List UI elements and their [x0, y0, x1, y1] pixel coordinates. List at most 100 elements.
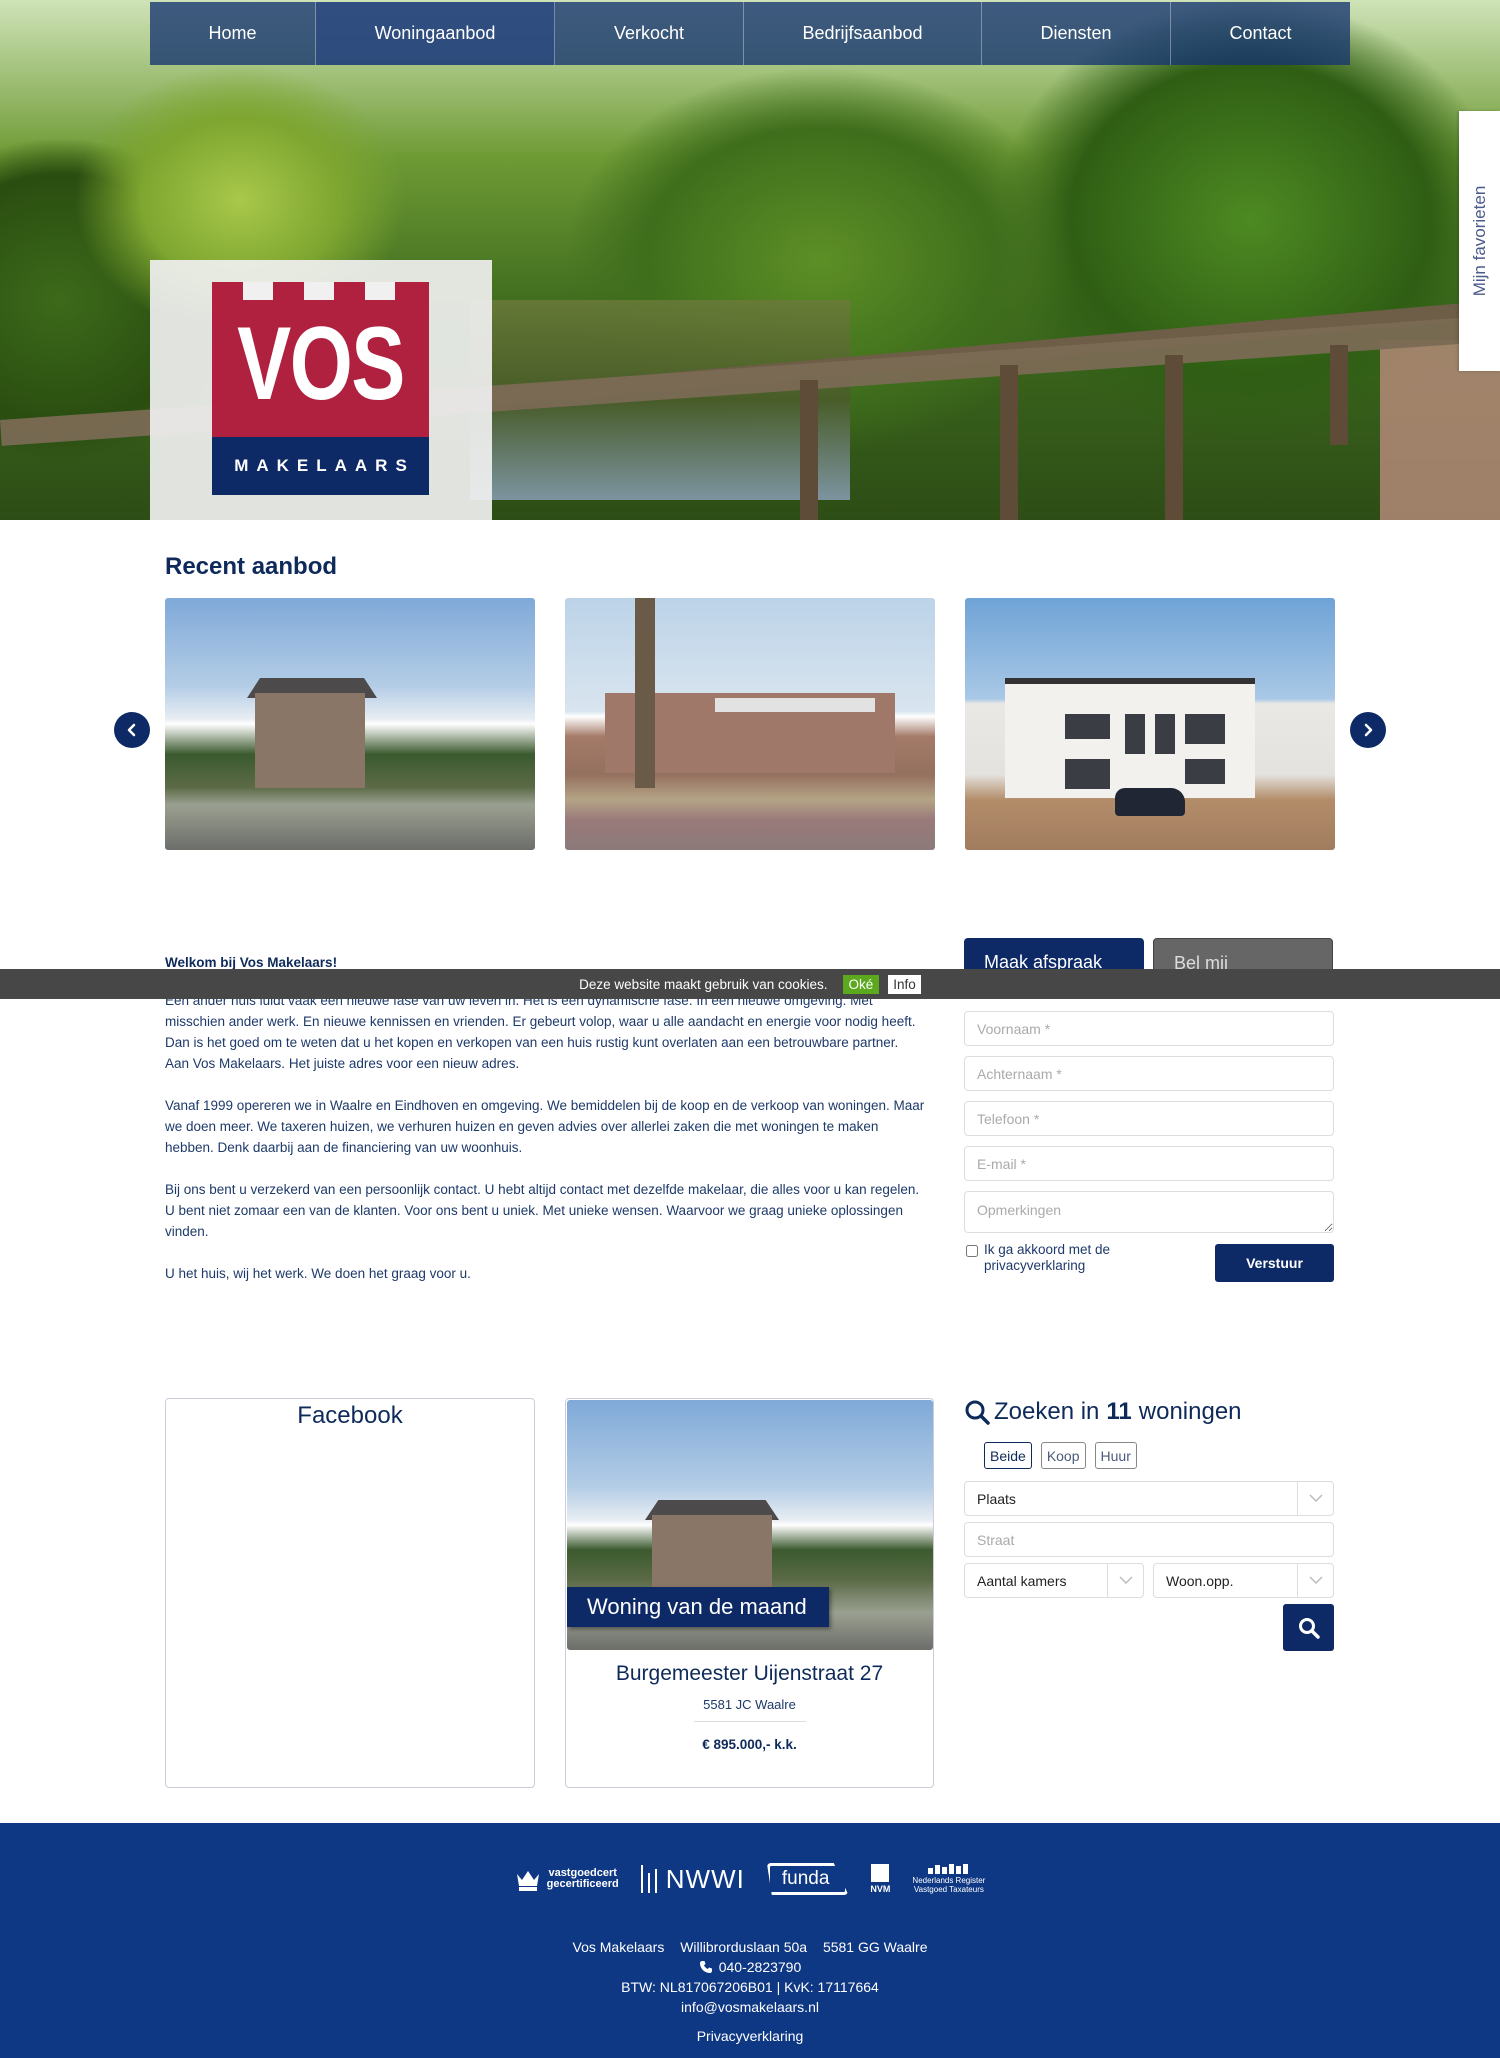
funda-label: funda — [781, 1868, 830, 1889]
plaats-select[interactable]: Plaats — [964, 1481, 1334, 1516]
logo-main-text: VOS — [237, 306, 405, 422]
nvm-emblem-icon — [871, 1864, 890, 1882]
verstuur-button[interactable]: Verstuur — [1215, 1244, 1334, 1282]
welcome-section: Welkom bij Vos Makelaars! Een ander huis… — [165, 952, 925, 1305]
facebook-title: Facebook — [297, 1402, 403, 1429]
footer-phone[interactable]: 040-2823790 — [0, 1957, 1500, 1977]
toggle-huur[interactable]: Huur — [1094, 1442, 1137, 1469]
chevron-right-icon — [1364, 723, 1373, 737]
nrvt-logo[interactable]: Nederlands Register Vastgoed Taxateurs — [912, 1864, 985, 1894]
koop-huur-toggle: Beide Koop Huur — [984, 1442, 1146, 1469]
straat-input[interactable] — [964, 1522, 1334, 1557]
opmerkingen-field[interactable] — [964, 1191, 1334, 1233]
main-nav: Home Woningaanbod Verkocht Bedrijfsaanbo… — [150, 2, 1350, 65]
listing-photo-tree — [635, 598, 655, 788]
featured-price: € 895.000,- k.k. — [702, 1737, 797, 1752]
nav-bedrijfsaanbod[interactable]: Bedrijfsaanbod — [744, 2, 982, 65]
nrvt-skyline-icon — [927, 1864, 970, 1874]
listing-photo-house — [255, 693, 365, 788]
privacy-checkbox[interactable] — [966, 1245, 978, 1257]
cookie-ok-button[interactable]: Oké — [842, 974, 880, 994]
toggle-koop[interactable]: Koop — [1040, 1442, 1086, 1469]
cookie-info-button[interactable]: Info — [888, 974, 921, 994]
search-submit-button[interactable] — [1283, 1604, 1334, 1651]
search-icon — [965, 1400, 990, 1425]
nwwi-label: NWWI — [665, 1863, 745, 1894]
footer: vastgoedcert gecertificeerd NWWI funda NV… — [0, 1823, 1500, 2058]
toggle-beide[interactable]: Beide — [984, 1442, 1032, 1469]
logo-merlon-gap — [243, 282, 273, 300]
aantal-kamers-select[interactable]: Aantal kamers — [964, 1563, 1144, 1598]
welcome-paragraph: Een ander huis luidt vaak een nieuwe fas… — [165, 993, 916, 1071]
nav-contact[interactable]: Contact — [1171, 2, 1350, 65]
carousel-prev-button[interactable] — [114, 712, 150, 748]
woning-van-de-maand-label: Woning van de maand — [567, 1587, 829, 1627]
hero-bridge-post — [1000, 365, 1018, 520]
nwwi-bars-icon — [640, 1865, 662, 1893]
funda-logo[interactable]: funda — [766, 1863, 849, 1895]
footer-company: Vos Makelaars — [572, 1939, 665, 1955]
nav-diensten[interactable]: Diensten — [982, 2, 1171, 65]
woning-van-de-maand-card[interactable]: Woning van de maand Burgemeester Uijenst… — [565, 1398, 934, 1788]
vos-makelaars-logo[interactable]: VOS MAKELAARS — [212, 282, 429, 495]
divider — [694, 1721, 806, 1722]
partner-logos: vastgoedcert gecertificeerd NWWI funda NV… — [0, 1863, 1500, 1895]
vastgoedcert-line2: gecertificeerd — [546, 1878, 619, 1890]
plaats-select-value: Plaats — [977, 1490, 1016, 1507]
phone-icon — [699, 1961, 712, 1973]
search-title: Zoeken in 11 woningen — [964, 1398, 1242, 1426]
featured-listing-photo: Woning van de maand — [567, 1400, 933, 1650]
cookie-text: Deze website maakt gebruik van cookies. — [579, 976, 828, 992]
carousel-next-button[interactable] — [1350, 712, 1386, 748]
search-icon — [1298, 1617, 1320, 1639]
nav-verkocht[interactable]: Verkocht — [555, 2, 744, 65]
achternaam-field[interactable] — [964, 1056, 1334, 1091]
logo-sub-text: MAKELAARS — [212, 437, 429, 495]
featured-city: 5581 JC Waalre — [703, 1697, 796, 1712]
nav-woningaanbod[interactable]: Woningaanbod — [316, 2, 555, 65]
nvm-label: NVM — [870, 1884, 891, 1894]
footer-privacy-link[interactable]: Privacyverklaring — [0, 2026, 1500, 2046]
listing-photo-roof — [715, 698, 875, 712]
chevron-down-icon — [1107, 1564, 1143, 1597]
nav-home[interactable]: Home — [150, 2, 316, 65]
featured-street: Burgemeester Uijenstraat 27 — [615, 1662, 884, 1685]
woonopp-select[interactable]: Woon.opp. — [1153, 1563, 1334, 1598]
hero-bridge-post — [1165, 355, 1183, 520]
nrvt-line1: Nederlands Register — [912, 1876, 986, 1885]
voornaam-field[interactable] — [964, 1011, 1334, 1046]
hero-bridge-post — [1330, 345, 1348, 445]
listing-card[interactable] — [565, 598, 935, 850]
privacy-consent: Ik ga akkoord met de privacyverklaring — [964, 1242, 1164, 1274]
listing-photo-window — [1125, 714, 1145, 754]
nvm-logo[interactable]: NVM — [870, 1864, 890, 1894]
footer-contact-info: Vos Makelaars Willibrorduslaan 50a 5581 … — [0, 1937, 1500, 2046]
email-field[interactable] — [964, 1146, 1334, 1181]
listing-card[interactable] — [965, 598, 1335, 850]
listing-photo-window — [1065, 759, 1110, 789]
welcome-paragraph: Bij ons bent u verzekerd van een persoon… — [165, 1182, 920, 1239]
listing-card[interactable] — [165, 598, 535, 850]
kamers-select-value: Aantal kamers — [977, 1572, 1067, 1589]
nwwi-logo[interactable]: NWWI — [640, 1863, 745, 1895]
favorites-tab-label: Mijn favorieten — [1469, 185, 1489, 297]
logo-panel: VOS MAKELAARS — [150, 260, 492, 520]
logo-merlon-gap — [304, 282, 334, 300]
footer-email[interactable]: info@vosmakelaars.nl — [0, 1997, 1500, 2017]
listing-photo-building — [1005, 678, 1255, 798]
cookie-bar: Deze website maakt gebruik van cookies. … — [0, 969, 1500, 999]
logo-castle: VOS — [212, 282, 429, 437]
footer-btw-kvk: BTW: NL817067206B01 | KvK: 17117664 — [621, 1979, 879, 1995]
telefoon-field[interactable] — [964, 1101, 1334, 1136]
vastgoedcert-logo[interactable]: vastgoedcert gecertificeerd — [515, 1866, 619, 1892]
footer-phone-number: 040-2823790 — [718, 1959, 802, 1975]
chevron-down-icon — [1297, 1482, 1333, 1515]
woonopp-select-value: Woon.opp. — [1166, 1572, 1234, 1589]
search-title-prefix: Zoeken in — [994, 1398, 1100, 1425]
listing-photo-window — [1185, 714, 1225, 744]
hero-bridge-post — [800, 380, 818, 520]
favorites-tab[interactable]: Mijn favorieten — [1459, 111, 1500, 371]
listing-photo-window — [1155, 714, 1175, 754]
welcome-paragraph: Vanaf 1999 opereren we in Waalre en Eind… — [165, 1098, 925, 1155]
welcome-paragraph: U het huis, wij het werk. We doen het gr… — [165, 1266, 471, 1281]
